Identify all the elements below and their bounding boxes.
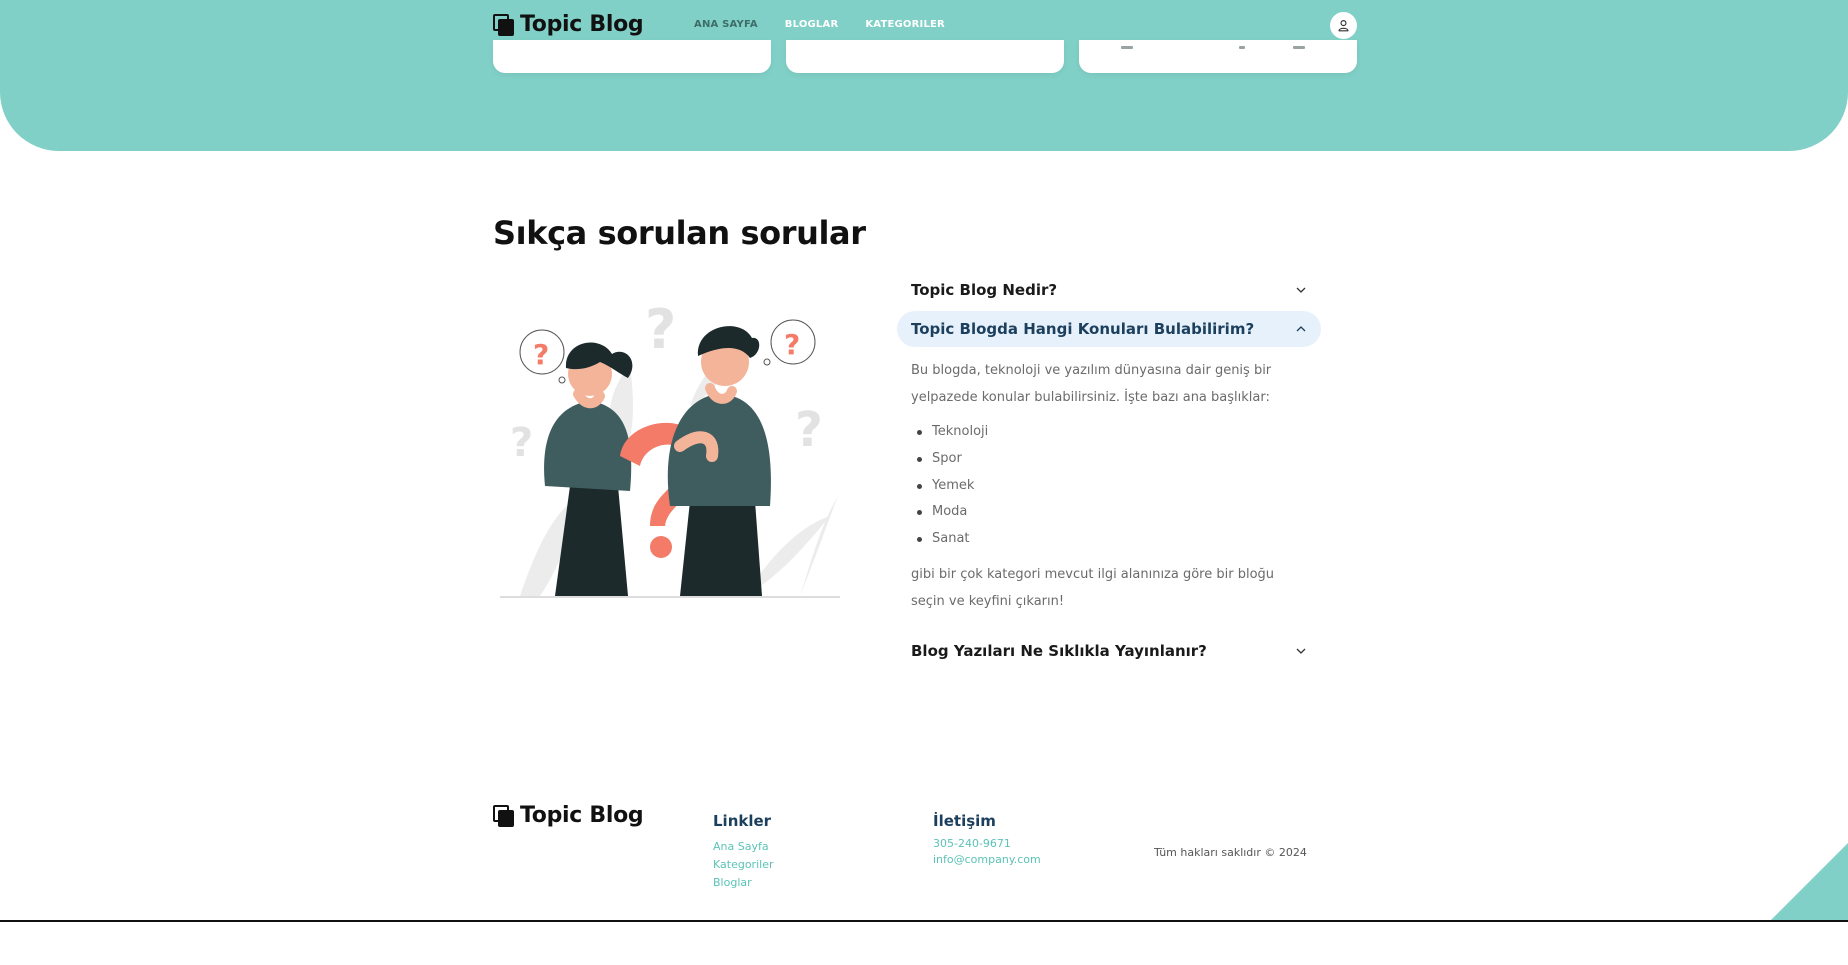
answer-outro: gibi bir çok kategori mevcut ilgi alanın… <box>911 566 1275 609</box>
footer-email-link[interactable]: info@company.com <box>933 852 1041 868</box>
nav-menu: ANA SAYFA BLOGLAR KATEGORILER <box>694 19 945 30</box>
faq-question-2[interactable]: Topic Blogda Hangi Konuları Bulabilirim? <box>897 311 1321 347</box>
list-item: Yemek <box>911 473 1307 500</box>
faq-accordion: Topic Blog Nedir? Topic Blogda Hangi Kon… <box>897 272 1321 669</box>
chevron-up-icon <box>1296 326 1306 332</box>
footer-contact-title: İletişim <box>933 812 996 830</box>
faq-illustration: ? ? ? ? ? <box>500 298 840 598</box>
chevron-down-icon <box>1296 648 1306 654</box>
brand-name: Topic Blog <box>520 12 644 37</box>
list-item: Moda <box>911 499 1307 526</box>
topic-list: Teknoloji Spor Yemek Moda Sanat <box>911 419 1307 553</box>
footer-links-column: Linkler Ana Sayfa Kategoriler Bloglar <box>713 812 773 892</box>
faq-question-text: Blog Yazıları Ne Sıklıkla Yayınlanır? <box>911 641 1207 660</box>
footer-brand-logo[interactable]: Topic Blog <box>493 803 644 828</box>
list-item: Spor <box>911 446 1307 473</box>
brand-logo[interactable]: Topic Blog <box>493 12 644 37</box>
user-account-button[interactable] <box>1330 12 1357 39</box>
footer-contact-column: İletişim 305-240-9671 info@company.com <box>933 812 1041 868</box>
answer-intro: Bu blogda, teknoloji ve yazılım dünyasın… <box>911 363 1272 405</box>
stacked-squares-icon <box>493 804 514 827</box>
svg-text:?: ? <box>510 420 533 466</box>
footer-links-title: Linkler <box>713 812 772 830</box>
user-icon <box>1338 20 1349 32</box>
svg-text:?: ? <box>533 338 549 371</box>
footer-link-home[interactable]: Ana Sayfa <box>713 838 773 856</box>
faq-title: Sıkça sorulan sorular <box>493 214 866 252</box>
svg-text:?: ? <box>784 328 800 361</box>
nav-link-categories[interactable]: KATEGORILER <box>865 19 945 30</box>
copyright-text: Tüm hakları saklıdır © 2024 <box>1154 846 1307 859</box>
faq-answer-2: Bu blogda, teknoloji ve yazılım dünyasın… <box>897 347 1321 615</box>
footer-link-categories[interactable]: Kategoriler <box>713 856 773 874</box>
page: Topic Blog ANA SAYFA BLOGLAR KATEGORILER… <box>0 0 1848 965</box>
chevron-down-icon <box>1296 287 1306 293</box>
faq-question-text: Topic Blog Nedir? <box>911 281 1058 299</box>
faq-question-text: Topic Blogda Hangi Konuları Bulabilirim? <box>911 320 1255 338</box>
nav-link-home[interactable]: ANA SAYFA <box>694 19 758 30</box>
stacked-squares-icon <box>493 13 514 36</box>
footer: Topic Blog Linkler Ana Sayfa Kategoriler… <box>0 790 1848 920</box>
svg-text:?: ? <box>795 402 823 458</box>
footer-phone-link[interactable]: 305-240-9671 <box>933 836 1041 852</box>
list-item: Teknoloji <box>911 419 1307 446</box>
navbar: Topic Blog ANA SAYFA BLOGLAR KATEGORILER <box>0 0 1848 52</box>
svg-text:?: ? <box>645 298 676 361</box>
page-bottom-border <box>0 920 1848 922</box>
nav-link-blogs[interactable]: BLOGLAR <box>785 19 839 30</box>
list-item: Sanat <box>911 526 1307 553</box>
footer-link-blogs[interactable]: Bloglar <box>713 874 773 892</box>
footer-brand-name: Topic Blog <box>520 803 644 828</box>
faq-question-1[interactable]: Topic Blog Nedir? <box>897 272 1321 308</box>
faq-question-3[interactable]: Blog Yazıları Ne Sıklıkla Yayınlanır? <box>897 633 1321 669</box>
corner-decoration <box>1770 843 1848 921</box>
